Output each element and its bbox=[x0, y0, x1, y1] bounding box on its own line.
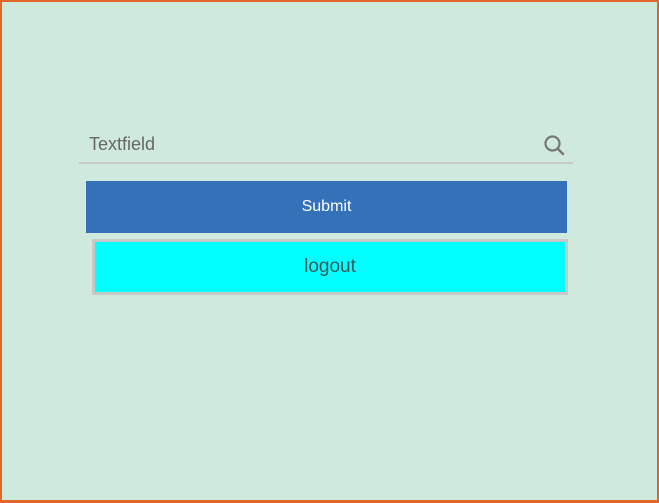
logout-button[interactable]: logout bbox=[92, 239, 568, 295]
textfield-container bbox=[79, 126, 573, 164]
search-icon[interactable] bbox=[543, 134, 565, 156]
submit-button[interactable]: Submit bbox=[86, 181, 567, 233]
text-input[interactable] bbox=[79, 126, 529, 162]
app-window: Submit logout bbox=[0, 0, 659, 503]
